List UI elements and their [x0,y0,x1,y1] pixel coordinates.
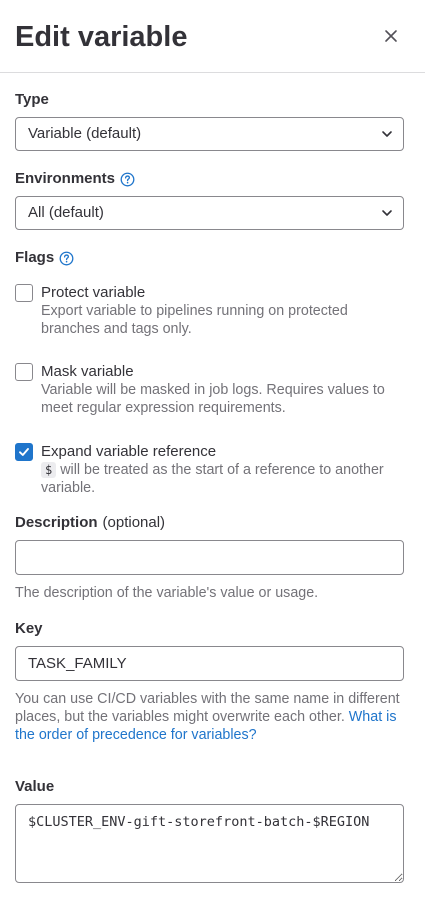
drawer-title: Edit variable [15,21,188,53]
mask-variable-checkbox[interactable] [15,363,33,381]
key-help-text: You can use CI/CD variables with the sam… [15,691,400,725]
type-label: Type [15,91,49,108]
expand-variable-label[interactable]: Expand variable reference [41,442,216,462]
close-button[interactable] [378,23,404,49]
description-input[interactable] [15,540,404,575]
environments-help-icon[interactable] [120,172,135,187]
environments-label: Environments [15,169,135,189]
key-label: Key [15,620,43,637]
expand-variable-checkbox[interactable] [15,443,33,461]
close-icon [385,30,397,42]
description-help: The description of the variable's value … [15,585,319,601]
protect-variable-checkbox[interactable] [15,284,33,302]
protect-variable-help: Export variable to pipelines running on … [41,303,348,337]
type-select[interactable]: Variable (default) [15,117,404,151]
mask-variable-help: Variable will be masked in job logs. Req… [41,382,385,416]
drawer-header: Edit variable [0,0,425,73]
optional-tag: (optional) [102,514,166,531]
description-label: Description (optional) [15,514,166,531]
mask-variable-label[interactable]: Mask variable [41,362,134,382]
chevron-down-icon [382,131,392,137]
flags-label: Flags [15,248,74,268]
environments-select-value: All (default) [28,204,104,221]
expand-variable-help: $ will be treated as the start of a refe… [41,461,406,497]
dollar-code: $ [41,462,57,478]
value-textarea[interactable]: $CLUSTER_ENV-gift-storefront-batch-$REGI… [15,804,404,883]
protect-variable-label[interactable]: Protect variable [41,283,145,303]
flags-help-icon[interactable] [59,251,74,266]
environments-select[interactable]: All (default) [15,196,404,230]
chevron-down-icon [382,210,392,216]
key-help: You can use CI/CD variables with the sam… [15,690,410,744]
type-select-value: Variable (default) [28,125,142,142]
key-input[interactable] [15,646,404,681]
checkmark-icon [19,448,29,456]
value-label: Value [15,778,55,795]
expand-variable-help-text: will be treated as the start of a refere… [41,462,384,496]
